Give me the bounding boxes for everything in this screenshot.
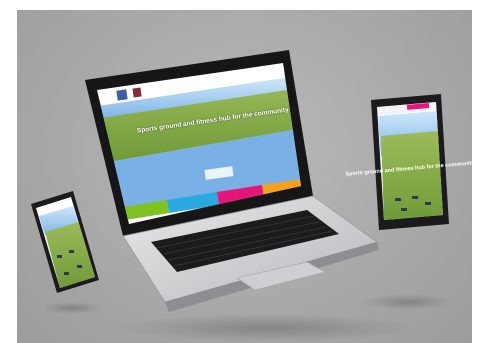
phone — [31, 191, 99, 293]
devices-illustration: Sports ground and fitness hub for the co… — [31, 50, 472, 342]
laptop-shadow — [117, 314, 417, 342]
product-mockup-photo: Sports ground and fitness hub for the co… — [17, 10, 472, 343]
phone-shadow — [42, 302, 102, 314]
tablet: Sports ground and fitness hub for the co… — [345, 94, 472, 230]
tablet-shadow — [362, 294, 452, 310]
